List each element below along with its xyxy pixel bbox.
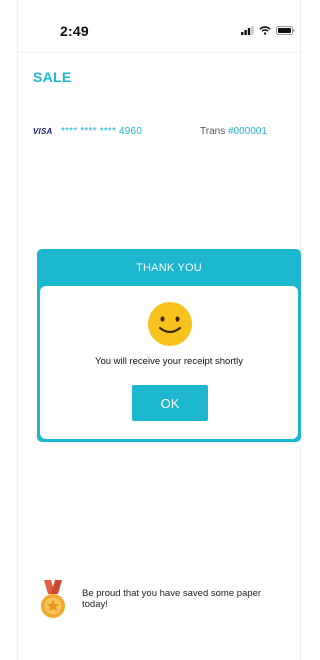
page-title: SALE [33, 69, 72, 85]
thank-you-modal: THANK YOU You will receive your receipt … [37, 249, 301, 442]
visa-logo: VISA [33, 127, 53, 136]
footer-message: Be proud that you have saved some paper … [82, 588, 262, 610]
transaction-label: Trans [200, 126, 226, 137]
eco-message: Be proud that you have saved some paper … [38, 580, 278, 620]
smiley-face-icon [148, 302, 192, 346]
wifi-icon [259, 26, 271, 35]
transaction-id: Trans #000001 [200, 126, 267, 137]
transaction-row: VISA **** **** **** 4960 Trans #000001 [33, 126, 293, 140]
modal-body: You will receive your receipt shortly OK [40, 286, 298, 439]
status-divider [18, 52, 300, 53]
card-number: **** **** **** 4960 [61, 126, 143, 137]
status-time: 2:49 [60, 23, 89, 39]
battery-icon [276, 26, 295, 35]
left-edge-line [17, 0, 18, 660]
modal-message: You will receive your receipt shortly [94, 356, 244, 367]
ok-button[interactable]: OK [132, 385, 208, 421]
cellular-signal-icon [241, 26, 254, 35]
medal-icon [41, 580, 65, 618]
transaction-number: #000001 [227, 126, 267, 137]
status-icons [241, 26, 295, 35]
status-bar: 2:49 [18, 0, 300, 52]
modal-header: THANK YOU [136, 261, 202, 274]
